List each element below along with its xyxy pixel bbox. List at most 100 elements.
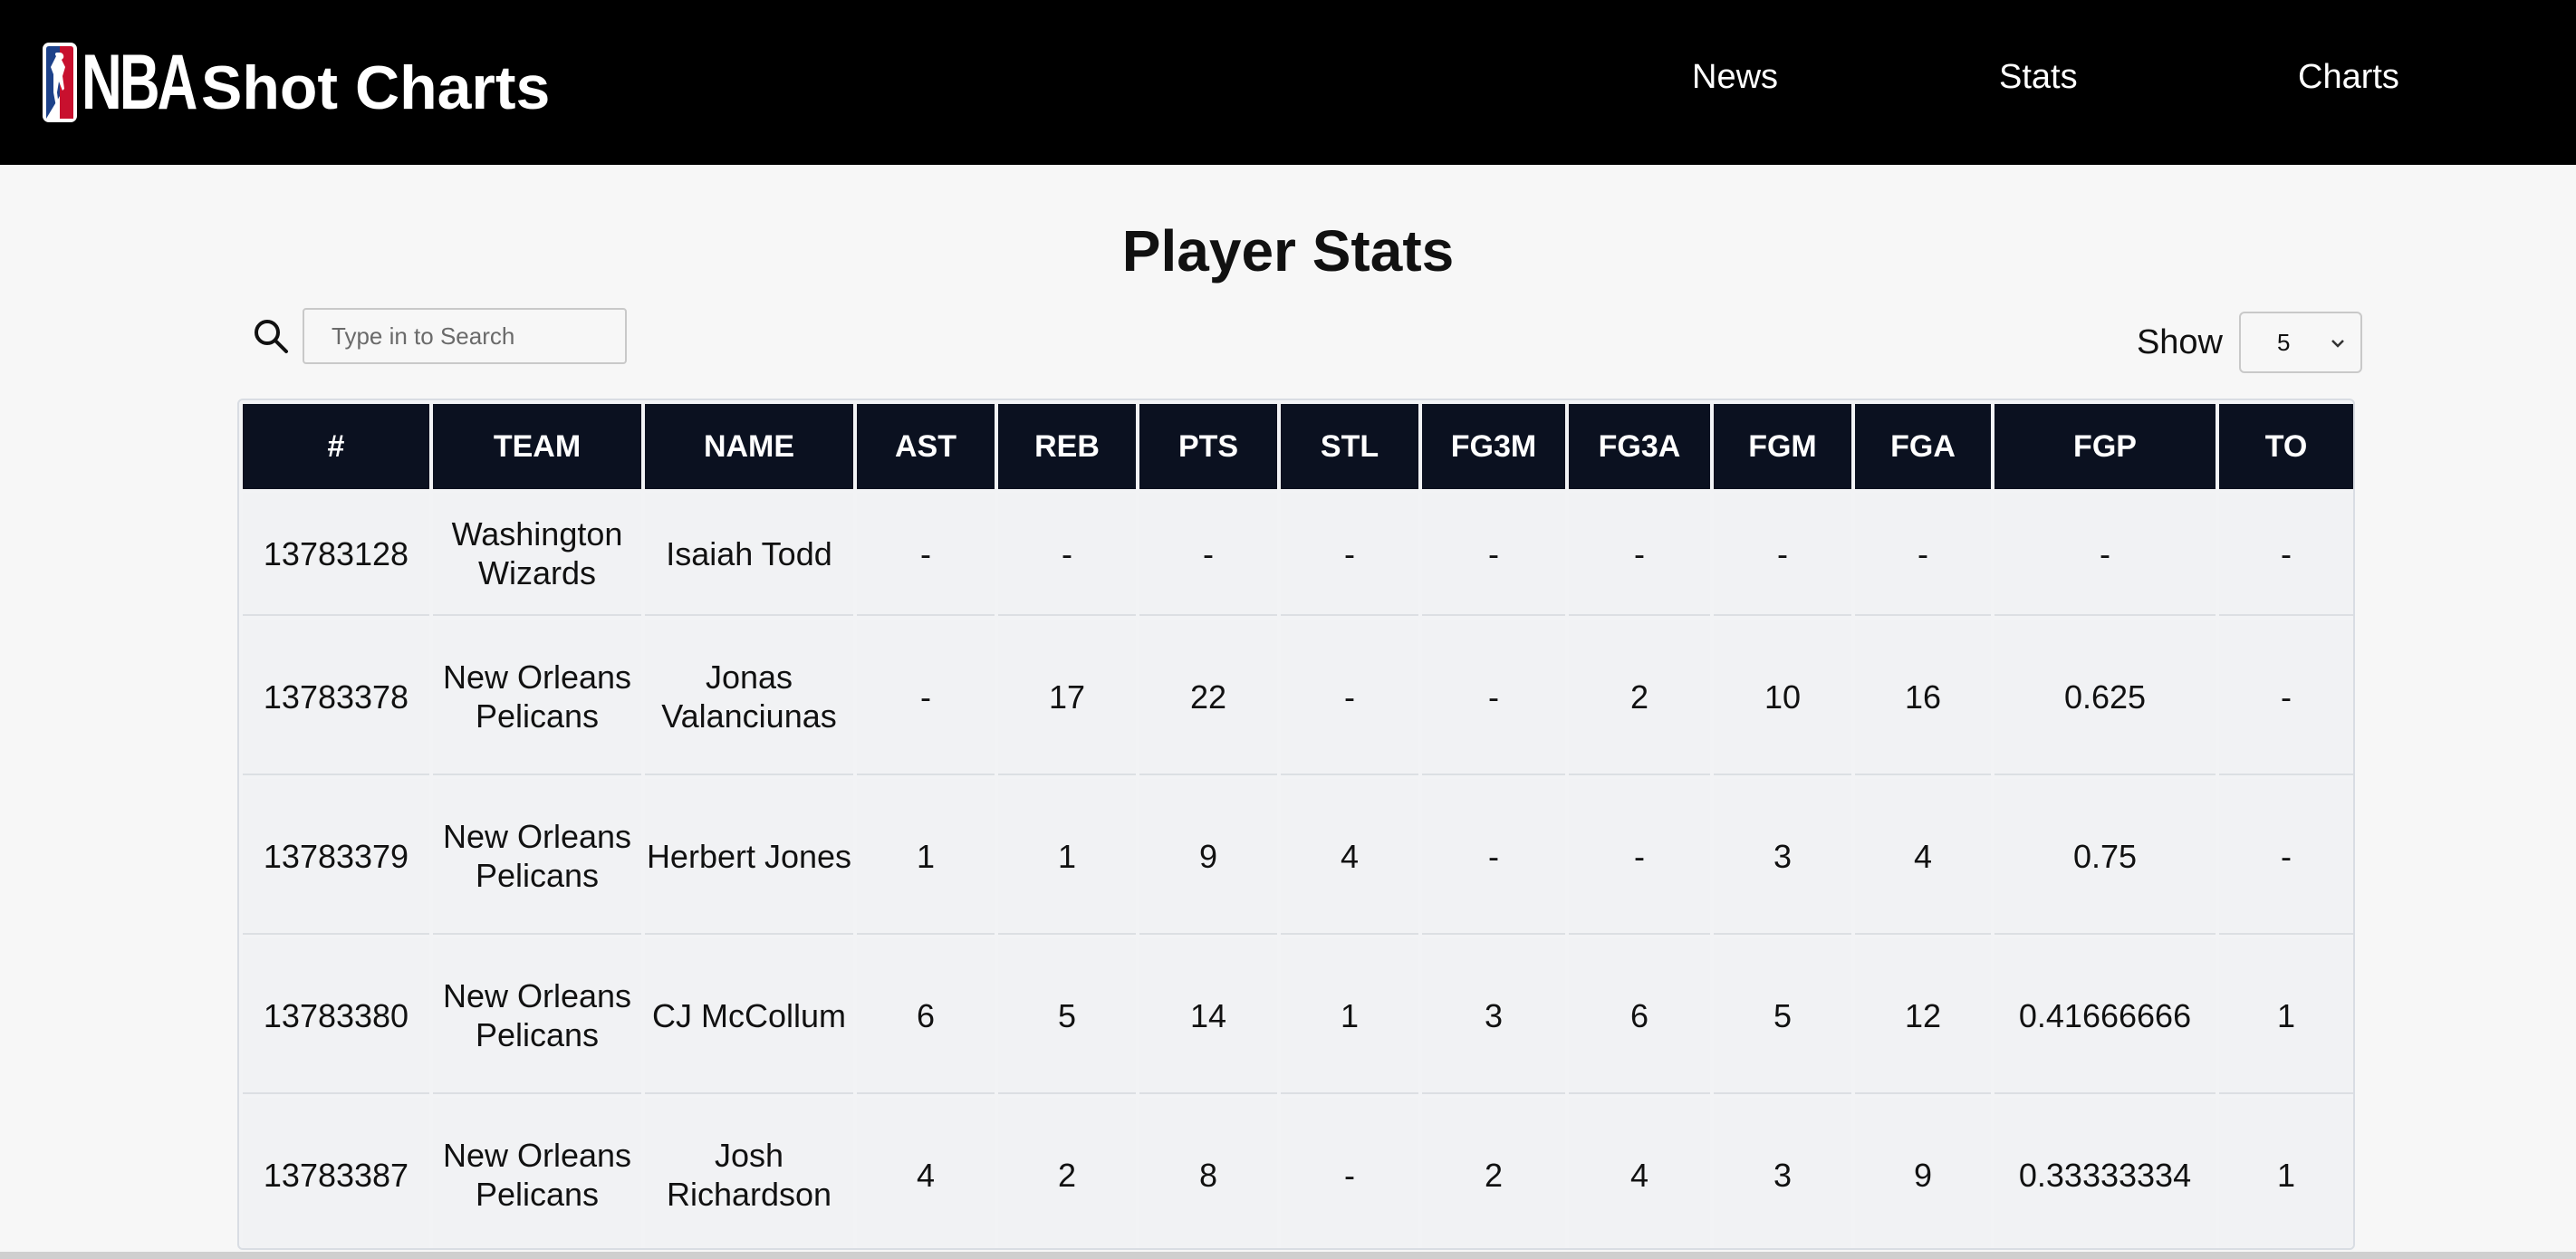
cell-fgm: 3 bbox=[1714, 1098, 1851, 1248]
cell-fg3a: 4 bbox=[1569, 1098, 1710, 1248]
cell-fgm: 10 bbox=[1714, 620, 1851, 775]
cell-name: CJ McCollum bbox=[645, 938, 853, 1094]
column-header-ast[interactable]: AST bbox=[857, 404, 995, 489]
cell-fgp: 0.75 bbox=[1994, 779, 2216, 935]
cell-reb: 1 bbox=[998, 779, 1136, 935]
cell-fg3m: - bbox=[1422, 779, 1565, 935]
cell-team: New Orleans Pelicans bbox=[433, 1098, 641, 1248]
nba-logo-icon bbox=[42, 42, 78, 123]
cell-fg3m: - bbox=[1422, 620, 1565, 775]
page-size-control: Show 5 bbox=[2137, 312, 2362, 373]
cell-fgp: 0.33333334 bbox=[1994, 1098, 2216, 1248]
cell-name: Jonas Valanciunas bbox=[645, 620, 853, 775]
cell-fg3a: - bbox=[1569, 779, 1710, 935]
cell-team: New Orleans Pelicans bbox=[433, 620, 641, 775]
cell-fg3m: 2 bbox=[1422, 1098, 1565, 1248]
nba-wordmark: NBA bbox=[82, 38, 197, 126]
cell-to: 1 bbox=[2219, 1098, 2353, 1248]
show-label: Show bbox=[2136, 322, 2223, 361]
table-row[interactable]: 13783380 New Orleans Pelicans CJ McCollu… bbox=[243, 938, 2353, 1094]
cell-fg3m: 3 bbox=[1422, 938, 1565, 1094]
cell-id: 13783128 bbox=[243, 493, 429, 616]
cell-fga: - bbox=[1855, 493, 1991, 616]
column-header-fg3a[interactable]: FG3A bbox=[1569, 404, 1710, 489]
table-row[interactable]: 13783387 New Orleans Pelicans Josh Richa… bbox=[243, 1098, 2353, 1248]
cell-fg3m: - bbox=[1422, 493, 1565, 616]
window-bottom-edge bbox=[0, 1252, 2576, 1259]
cell-to: 1 bbox=[2219, 938, 2353, 1094]
cell-stl: 4 bbox=[1281, 779, 1418, 935]
stats-table-container: # TEAM NAME AST REB PTS STL FG3M FG3A FG… bbox=[237, 399, 2355, 1250]
cell-to: - bbox=[2219, 493, 2353, 616]
cell-fga: 9 bbox=[1855, 1098, 1991, 1248]
page-title: Player Stats bbox=[1121, 218, 1455, 284]
column-header-pts[interactable]: PTS bbox=[1139, 404, 1277, 489]
cell-team: New Orleans Pelicans bbox=[433, 938, 641, 1094]
cell-id: 13783380 bbox=[243, 938, 429, 1094]
column-header-stl[interactable]: STL bbox=[1281, 404, 1418, 489]
column-header-name[interactable]: NAME bbox=[645, 404, 853, 489]
column-header-team[interactable]: TEAM bbox=[433, 404, 641, 489]
cell-team: New Orleans Pelicans bbox=[433, 779, 641, 935]
page-size-value: 5 bbox=[2277, 329, 2291, 356]
brand[interactable]: NBA Shot Charts bbox=[42, 33, 550, 132]
nav-charts[interactable]: Charts bbox=[2298, 58, 2399, 97]
cell-ast: 6 bbox=[857, 938, 995, 1094]
page-size-select[interactable]: 5 bbox=[2239, 312, 2362, 373]
cell-stl: - bbox=[1281, 493, 1418, 616]
cell-fg3a: 6 bbox=[1569, 938, 1710, 1094]
site-title: Shot Charts bbox=[201, 53, 551, 122]
column-header-id[interactable]: # bbox=[243, 404, 429, 489]
cell-stl: - bbox=[1281, 1098, 1418, 1248]
cell-id: 13783379 bbox=[243, 779, 429, 935]
cell-reb: - bbox=[998, 493, 1136, 616]
table-header-row: # TEAM NAME AST REB PTS STL FG3M FG3A FG… bbox=[243, 404, 2353, 489]
nav-news[interactable]: News bbox=[1692, 58, 1778, 97]
cell-pts: 8 bbox=[1139, 1098, 1277, 1248]
cell-pts: 22 bbox=[1139, 620, 1277, 775]
cell-fga: 12 bbox=[1855, 938, 1991, 1094]
cell-name: Herbert Jones bbox=[645, 779, 853, 935]
column-header-fg3m[interactable]: FG3M bbox=[1422, 404, 1565, 489]
cell-fgm: 5 bbox=[1714, 938, 1851, 1094]
cell-reb: 5 bbox=[998, 938, 1136, 1094]
cell-to: - bbox=[2219, 620, 2353, 775]
cell-fgp: 0.625 bbox=[1994, 620, 2216, 775]
cell-pts: 14 bbox=[1139, 938, 1277, 1094]
column-header-to[interactable]: TO bbox=[2219, 404, 2353, 489]
cell-fgm: - bbox=[1714, 493, 1851, 616]
cell-reb: 17 bbox=[998, 620, 1136, 775]
cell-ast: 4 bbox=[857, 1098, 995, 1248]
column-header-fgm[interactable]: FGM bbox=[1714, 404, 1851, 489]
cell-ast: - bbox=[857, 620, 995, 775]
search-input[interactable] bbox=[303, 308, 627, 364]
table-row[interactable]: 13783378 New Orleans Pelicans Jonas Vala… bbox=[243, 620, 2353, 775]
cell-reb: 2 bbox=[998, 1098, 1136, 1248]
cell-fg3a: - bbox=[1569, 493, 1710, 616]
cell-id: 13783378 bbox=[243, 620, 429, 775]
player-stats-table: # TEAM NAME AST REB PTS STL FG3M FG3A FG… bbox=[239, 400, 2353, 1248]
table-row[interactable]: 13783379 New Orleans Pelicans Herbert Jo… bbox=[243, 779, 2353, 935]
chevron-down-icon bbox=[2330, 335, 2346, 351]
column-header-fga[interactable]: FGA bbox=[1855, 404, 1991, 489]
cell-name: Josh Richardson bbox=[645, 1098, 853, 1248]
cell-fga: 16 bbox=[1855, 620, 1991, 775]
cell-fga: 4 bbox=[1855, 779, 1991, 935]
cell-pts: 9 bbox=[1139, 779, 1277, 935]
cell-id: 13783387 bbox=[243, 1098, 429, 1248]
cell-fgm: 3 bbox=[1714, 779, 1851, 935]
search-bar bbox=[252, 308, 627, 364]
table-row[interactable]: 13783128 Washington Wizards Isaiah Todd … bbox=[243, 493, 2353, 616]
cell-ast: - bbox=[857, 493, 995, 616]
cell-stl: - bbox=[1281, 620, 1418, 775]
column-header-fgp[interactable]: FGP bbox=[1994, 404, 2216, 489]
cell-fgp: 0.41666666 bbox=[1994, 938, 2216, 1094]
nav-stats[interactable]: Stats bbox=[1999, 58, 2078, 97]
column-header-reb[interactable]: REB bbox=[998, 404, 1136, 489]
cell-team: Washington Wizards bbox=[433, 493, 641, 616]
cell-name: Isaiah Todd bbox=[645, 493, 853, 616]
cell-fg3a: 2 bbox=[1569, 620, 1710, 775]
search-icon[interactable] bbox=[252, 317, 290, 355]
cell-stl: 1 bbox=[1281, 938, 1418, 1094]
cell-fgp: - bbox=[1994, 493, 2216, 616]
